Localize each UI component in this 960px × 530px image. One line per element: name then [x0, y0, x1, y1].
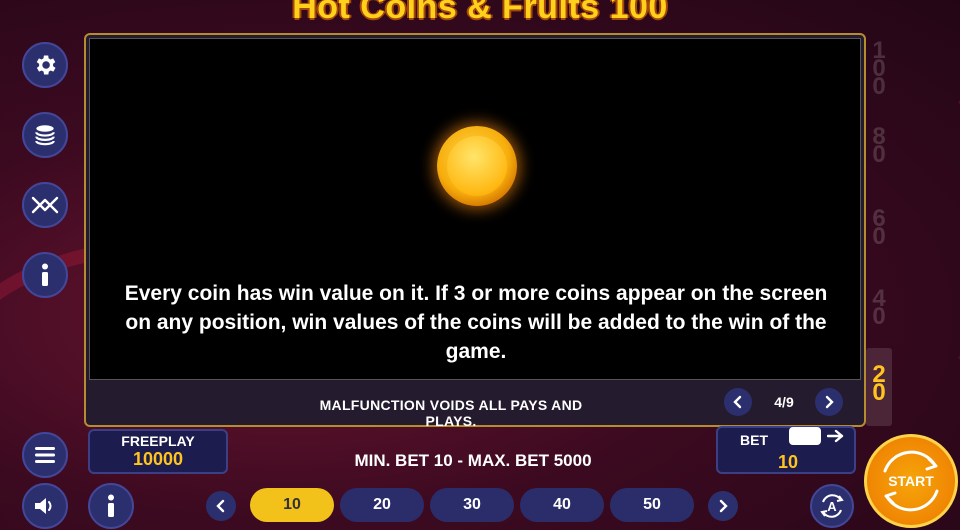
- bet-value: 10: [777, 452, 799, 472]
- info-button-bottom[interactable]: [88, 483, 134, 529]
- info-content: Every coin has win value on it. If 3 or …: [89, 38, 861, 380]
- autobet-toggle[interactable]: [789, 427, 821, 445]
- bet-limits: MIN. BET 10 - MAX. BET 5000: [354, 451, 592, 470]
- start-button[interactable]: START: [864, 434, 958, 528]
- sound-button[interactable]: [22, 483, 68, 529]
- freeplay-label: FREEPLAY: [121, 433, 195, 449]
- bet-option-10[interactable]: 10: [250, 488, 334, 522]
- coin-stack-icon: [35, 125, 55, 146]
- info-icon: [108, 494, 114, 517]
- malfunction-disclaimer: MALFUNCTION VOIDS ALL PAYS AND PLAYS.: [319, 397, 583, 429]
- bet-prev-button[interactable]: [206, 491, 236, 521]
- autoplay-button[interactable]: A: [810, 484, 854, 528]
- next-page-button[interactable]: [815, 388, 843, 416]
- multiplier-label: 60: [872, 205, 886, 250]
- chevron-right-icon: [719, 499, 728, 513]
- bet-option-30[interactable]: 30: [430, 488, 514, 522]
- bet-label: BET: [740, 432, 768, 448]
- multiplier-label: 80: [872, 123, 886, 168]
- chevron-left-icon: [733, 395, 742, 409]
- prev-page-button[interactable]: [724, 388, 752, 416]
- coin-symbol-image: [437, 126, 517, 206]
- svg-text:A: A: [827, 499, 837, 514]
- arrow-right-icon: [827, 429, 844, 443]
- spin-arrows-icon: [883, 450, 939, 512]
- paylines-button[interactable]: [22, 182, 68, 228]
- bet-stack-button[interactable]: [22, 112, 68, 158]
- multiplier-active: 20: [866, 348, 892, 426]
- settings-button[interactable]: [22, 42, 68, 88]
- bet-option-40[interactable]: 40: [520, 488, 604, 522]
- chevron-right-icon: [825, 395, 834, 409]
- bet-option-20[interactable]: 20: [340, 488, 424, 522]
- bet-next-button[interactable]: [708, 491, 738, 521]
- info-icon: [42, 263, 48, 286]
- speaker-icon: [35, 498, 52, 514]
- freeplay-box: FREEPLAY 10000: [88, 429, 228, 474]
- page-indicator: 4/9: [774, 394, 794, 410]
- multiplier-label: 100: [872, 37, 886, 100]
- multiplier-label: 40: [872, 285, 886, 330]
- hamburger-icon: [35, 447, 55, 463]
- menu-button[interactable]: [22, 432, 68, 478]
- info-description: Every coin has win value on it. If 3 or …: [124, 282, 828, 363]
- chevron-left-icon: [216, 499, 225, 513]
- freeplay-value: 10000: [132, 449, 184, 469]
- game-title: Hot Coins & Fruits 100: [292, 0, 668, 26]
- gear-icon: [36, 55, 56, 75]
- info-button[interactable]: [22, 252, 68, 298]
- autoplay-icon: A: [820, 494, 844, 518]
- bet-option-50[interactable]: 50: [610, 488, 694, 522]
- paylines-icon: [31, 196, 59, 214]
- info-panel: Every coin has win value on it. If 3 or …: [84, 33, 866, 429]
